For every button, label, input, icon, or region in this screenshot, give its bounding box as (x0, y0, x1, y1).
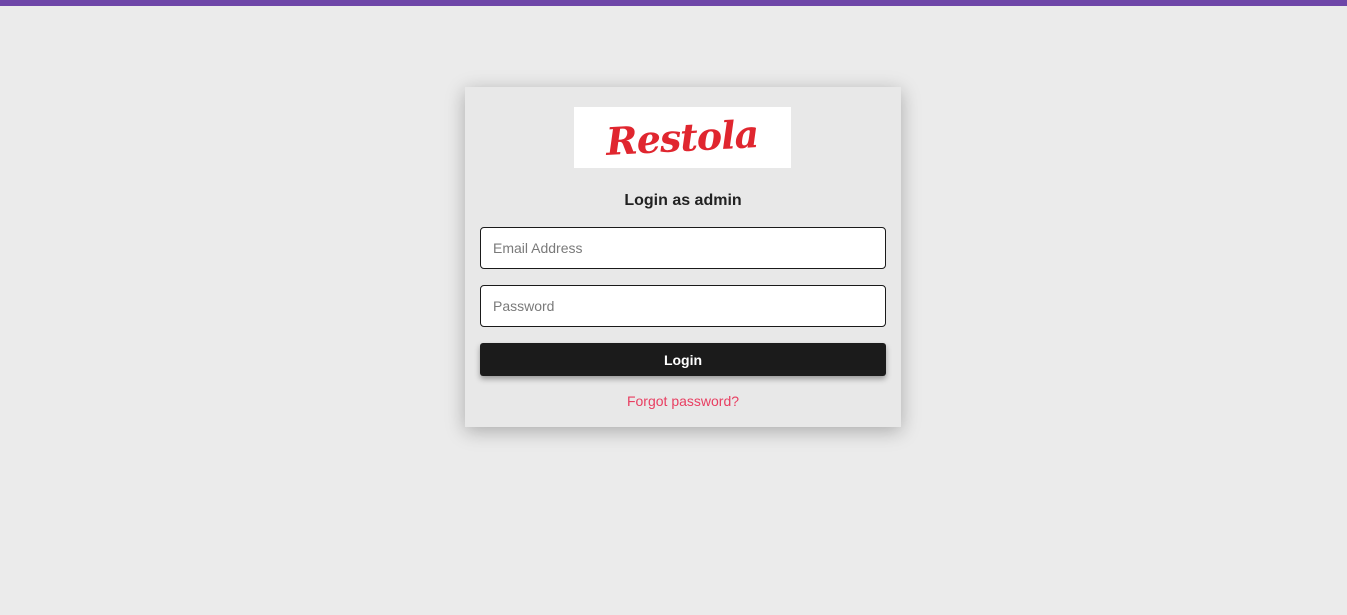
login-heading: Login as admin (624, 192, 742, 209)
email-field[interactable] (480, 227, 886, 269)
password-field[interactable] (480, 285, 886, 327)
forgot-password-link[interactable]: Forgot password? (465, 393, 901, 409)
login-button[interactable]: Login (480, 343, 886, 376)
login-card: Restola Login as admin Login Forgot pass… (465, 87, 901, 427)
top-accent-bar (0, 0, 1347, 6)
logo: Restola (574, 107, 791, 168)
logo-text: Restola (605, 111, 760, 164)
